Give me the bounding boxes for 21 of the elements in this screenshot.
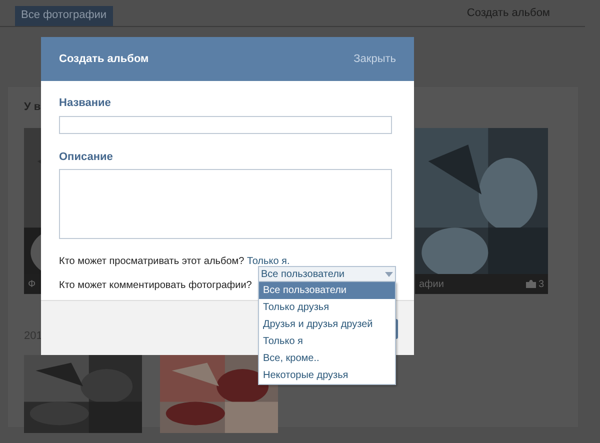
- description-field[interactable]: [59, 169, 392, 239]
- view-privacy-link[interactable]: Только я.: [247, 256, 290, 267]
- comment-select[interactable]: Все пользователи: [258, 266, 396, 282]
- field-label: Описание: [59, 150, 114, 164]
- caret-icon: [385, 272, 393, 276]
- tab[interactable]: Все фотографии: [15, 6, 113, 26]
- dropdown-option[interactable]: Все пользователи: [259, 282, 395, 299]
- comment-question: Кто может комментировать фотографии?: [59, 279, 252, 293]
- dropdown-option[interactable]: Некоторые друзья: [259, 367, 395, 384]
- field-label: Название: [59, 96, 112, 111]
- name-field[interactable]: [59, 116, 392, 134]
- album-caption: Ф: [28, 278, 36, 292]
- dropdown-option[interactable]: Только друзья: [259, 299, 395, 316]
- view-question: Кто может просматривать этот альбом?: [59, 256, 244, 267]
- photo-count: 3: [538, 278, 544, 292]
- dropdown-option[interactable]: Только я: [259, 333, 395, 350]
- album-caption: афии: [419, 278, 444, 292]
- camera-icon: [526, 280, 536, 288]
- dialog-title: Создать альбом: [59, 52, 149, 67]
- dropdown-option[interactable]: Друзья и друзья друзей: [259, 316, 395, 333]
- dropdown-option[interactable]: Все, кроме..: [259, 350, 395, 367]
